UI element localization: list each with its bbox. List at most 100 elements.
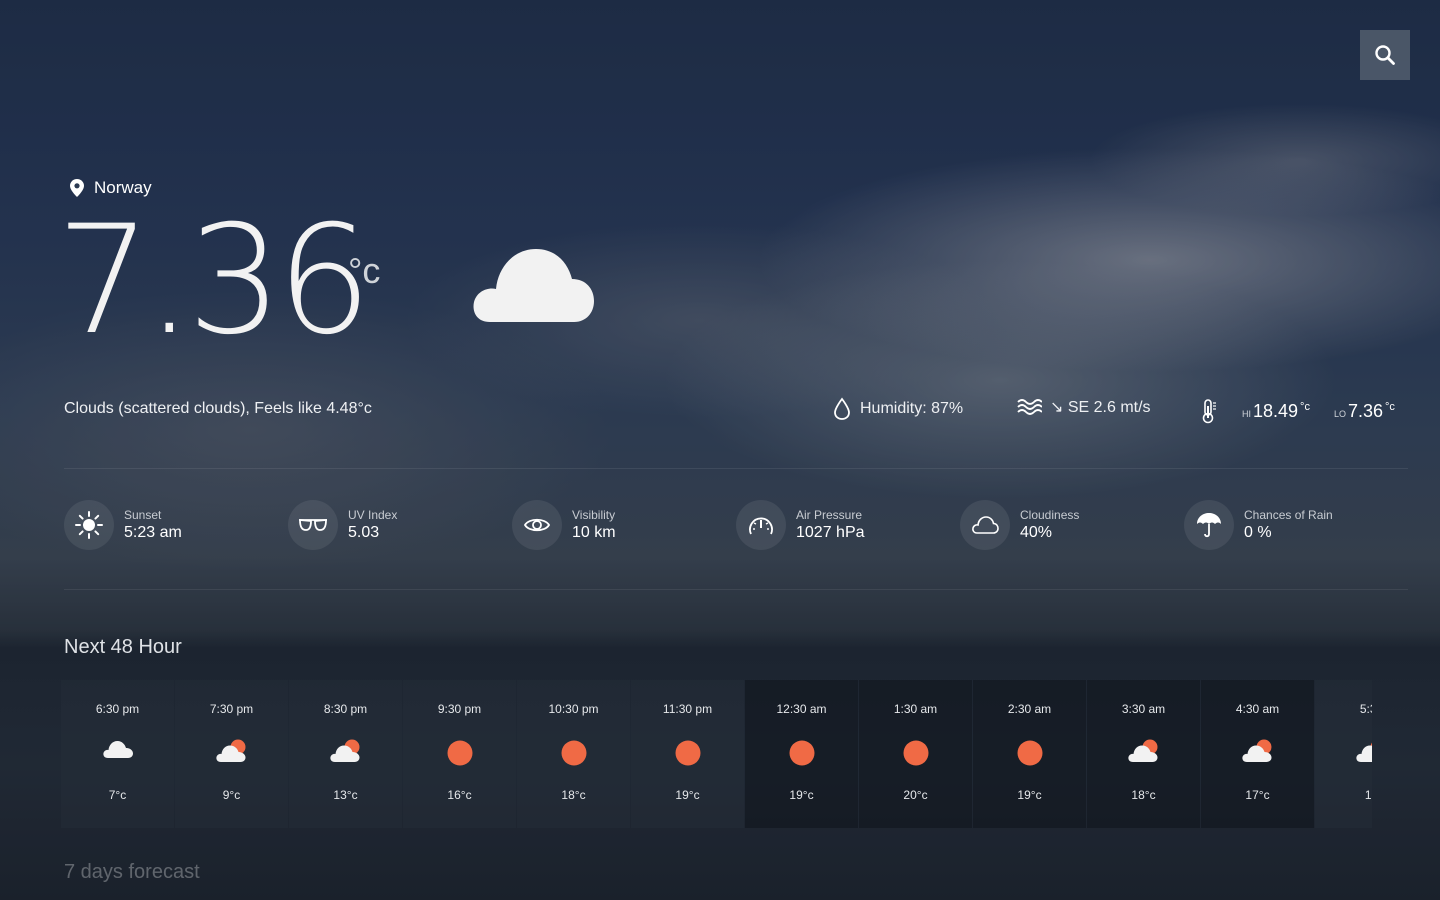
sunglasses-icon <box>299 519 327 531</box>
humidity-stat: Humidity: 87% <box>832 397 963 421</box>
detail-chances-of-rain: Chances of Rain 0 % <box>1184 500 1333 550</box>
hour-temp: 20°c <box>903 788 928 802</box>
sun-icon <box>903 740 928 766</box>
hour-icon <box>1201 738 1314 764</box>
divider-top <box>64 468 1408 469</box>
detail-uv-index: UV Index 5.03 <box>288 500 397 550</box>
hour-temp: 18°c <box>1131 788 1156 802</box>
sun-icon <box>561 740 586 766</box>
droplet-icon <box>834 397 850 420</box>
hour-icon <box>517 738 630 768</box>
hour-card[interactable]: 7:30 pm 9°c <box>175 680 288 828</box>
humidity-value: Humidity: 87% <box>860 400 964 417</box>
hour-temp: 13°c <box>333 788 358 802</box>
sun-icon <box>447 740 472 766</box>
hour-card[interactable]: 5:30 15 <box>1315 680 1372 828</box>
detail-value: 10 km <box>572 524 616 541</box>
hour-icon <box>745 738 858 768</box>
hour-card[interactable]: 1:30 am 20°c <box>859 680 972 828</box>
hour-icon <box>631 738 744 768</box>
sun-icon <box>789 740 814 766</box>
hour-card[interactable]: 8:30 pm 13°c <box>289 680 402 828</box>
hour-card[interactable]: 3:30 am 18°c <box>1087 680 1200 828</box>
thermometer-icon <box>1202 399 1216 424</box>
cloud-icon <box>473 249 594 322</box>
temperature-unit: °c <box>348 250 381 291</box>
detail-label: Visibility <box>572 508 616 522</box>
hour-card[interactable]: 6:30 pm 7°c <box>61 680 174 828</box>
hour-card[interactable]: 10:30 pm 18°c <box>517 680 630 828</box>
umbrella-icon <box>1197 513 1221 538</box>
sun-icon <box>1017 740 1042 766</box>
hour-temp: 19°c <box>675 788 700 802</box>
hour-time: 5:30 <box>1359 702 1372 716</box>
detail-label: Cloudiness <box>1020 508 1080 522</box>
hour-icon <box>403 738 516 768</box>
detail-label: Chances of Rain <box>1244 508 1333 522</box>
wind-value: ↘ SE 2.6 mt/s <box>1050 399 1151 416</box>
hour-temp: 16°c <box>447 788 472 802</box>
hour-time: 12:30 am <box>776 702 827 716</box>
wind-waves-icon <box>1017 399 1042 415</box>
detail-value: 1027 hPa <box>796 524 865 541</box>
wind-stat: ↘ SE 2.6 mt/s <box>1016 397 1151 417</box>
hi-lo-stat: HI 18.49 °c LO 7.36 °c <box>1200 398 1395 424</box>
detail-label: Air Pressure <box>796 508 863 522</box>
cloud-icon <box>102 741 133 758</box>
hour-icon <box>859 738 972 768</box>
detail-value: 5.03 <box>348 524 380 541</box>
sun-cloud-icon <box>215 739 245 762</box>
hour-time: 4:30 am <box>1235 702 1280 716</box>
search-button[interactable] <box>1360 30 1410 80</box>
hi-label: HI <box>1242 408 1251 419</box>
detail-label: Sunset <box>124 508 162 522</box>
hour-temp: 18°c <box>561 788 586 802</box>
hour-time: 3:30 am <box>1121 702 1166 716</box>
hour-card[interactable]: 12:30 am 19°c <box>745 680 858 828</box>
hour-temp: 9°c <box>222 788 241 802</box>
sun-icon <box>675 740 700 766</box>
hour-card[interactable]: 2:30 am 19°c <box>973 680 1086 828</box>
hour-icon <box>1315 738 1372 764</box>
hour-temp: 7°c <box>108 788 127 802</box>
hourly-forecast-strip[interactable]: 6:30 pm 7°c 7:30 pm 9°c 8:30 pm 13°c 9:30 pm 16… <box>61 680 1372 828</box>
hour-time: 1:30 am <box>893 702 938 716</box>
hour-icon <box>289 738 402 764</box>
hour-temp: 19°c <box>1017 788 1042 802</box>
forecast-title: 7 days forecast <box>64 861 200 883</box>
lo-label: LO <box>1333 408 1346 419</box>
lo-value: 7.36 <box>1347 400 1384 421</box>
hour-icon <box>61 738 174 760</box>
hourly-title: Next 48 Hour <box>64 636 182 658</box>
hour-card[interactable]: 11:30 pm 19°c <box>631 680 744 828</box>
hour-time: 9:30 pm <box>437 702 482 716</box>
hour-time: 7:30 pm <box>209 702 254 716</box>
detail-cloudiness: Cloudiness 40% <box>960 500 1079 550</box>
search-icon <box>1375 45 1395 65</box>
weather-description: Clouds (scattered clouds), Feels like 4.… <box>64 400 372 417</box>
sun-cloud-icon <box>1355 741 1372 762</box>
hour-card[interactable]: 9:30 pm 16°c <box>403 680 516 828</box>
hour-icon <box>973 738 1086 768</box>
hour-temp: 17°c <box>1245 788 1270 802</box>
detail-label: UV Index <box>348 508 398 522</box>
hour-temp: 15 <box>1364 788 1372 802</box>
hour-time: 10:30 pm <box>548 702 599 716</box>
detail-sunset: Sunset 5:23 am <box>64 500 182 550</box>
sun-cloud-icon <box>329 739 359 762</box>
hi-unit: °c <box>1300 401 1310 414</box>
gauge-icon <box>749 517 773 535</box>
detail-value: 5:23 am <box>124 524 182 541</box>
hour-time: 2:30 am <box>1007 702 1052 716</box>
hour-icon <box>175 738 288 764</box>
lo-unit: °c <box>1385 401 1395 414</box>
hour-time: 8:30 pm <box>323 702 368 716</box>
current-temperature: 7.36 <box>56 194 372 368</box>
sun-cloud-icon <box>1127 739 1157 762</box>
detail-value: 0 % <box>1244 524 1272 541</box>
hour-card[interactable]: 4:30 am 17°c <box>1201 680 1314 828</box>
hour-time: 11:30 pm <box>662 702 713 716</box>
hour-temp: 19°c <box>789 788 814 802</box>
detail-value: 40% <box>1020 524 1053 541</box>
divider-bottom <box>64 589 1408 590</box>
